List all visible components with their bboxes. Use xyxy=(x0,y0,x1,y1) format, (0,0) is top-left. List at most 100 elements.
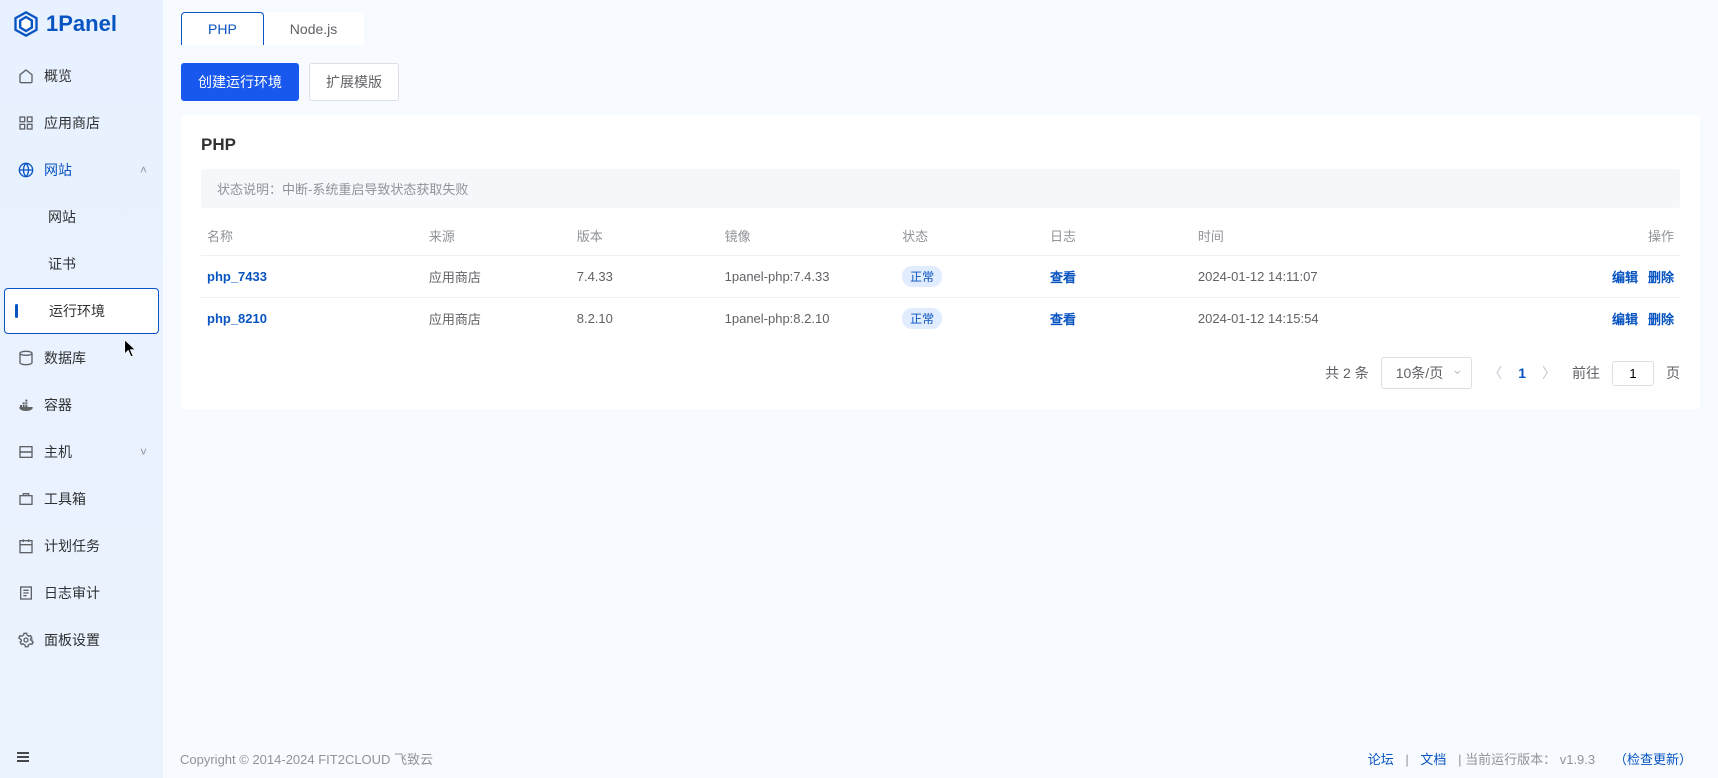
container-icon xyxy=(18,397,34,413)
toolbar: 创建运行环境 扩展模版 xyxy=(181,63,1700,101)
footer-forum-link[interactable]: 论坛 xyxy=(1368,752,1394,767)
col-name: 名称 xyxy=(201,216,423,256)
status-badge: 正常 xyxy=(902,266,942,287)
col-source: 来源 xyxy=(423,216,571,256)
col-time: 时间 xyxy=(1192,216,1458,256)
footer: Copyright © 2014-2024 FIT2CLOUD 飞致云 论坛 |… xyxy=(180,749,1700,768)
sidebar-item-label: 网站 xyxy=(44,160,72,180)
log-view-link[interactable]: 查看 xyxy=(1050,312,1076,327)
server-icon xyxy=(18,444,34,460)
tab-nodejs[interactable]: Node.js xyxy=(264,12,364,45)
sidebar-item-appstore[interactable]: 应用商店 xyxy=(4,100,159,146)
sidebar-nav: 概览 应用商店 网站 ˄ 网站 证书 运行环境 数据库 容器 主机 ˅ 工具 xyxy=(0,48,163,741)
tab-label: PHP xyxy=(208,21,237,37)
sidebar-collapse-toggle[interactable] xyxy=(0,741,163,778)
col-image: 镜像 xyxy=(719,216,896,256)
sidebar-item-container[interactable]: 容器 xyxy=(4,382,159,428)
sidebar-item-host[interactable]: 主机 ˅ xyxy=(4,429,159,475)
runtime-name-link[interactable]: php_8210 xyxy=(207,311,267,326)
footer-copyright: Copyright © 2014-2024 FIT2CLOUD 飞致云 xyxy=(180,749,433,768)
database-icon xyxy=(18,350,34,366)
footer-sep: | xyxy=(1458,752,1461,767)
cell-source: 应用商店 xyxy=(423,256,571,298)
sidebar-item-label: 工具箱 xyxy=(44,489,86,509)
sidebar-item-website[interactable]: 网站 ˄ xyxy=(4,147,159,193)
sidebar-item-label: 日志审计 xyxy=(44,583,100,603)
runtime-card: PHP 状态说明：中断-系统重启导致状态获取失败 名称 来源 版本 镜像 状态 … xyxy=(181,115,1700,409)
tab-label: Node.js xyxy=(290,21,337,37)
gear-icon xyxy=(18,632,34,648)
extension-template-button[interactable]: 扩展模版 xyxy=(309,63,399,101)
create-runtime-button[interactable]: 创建运行环境 xyxy=(181,63,299,101)
sidebar: 1Panel 概览 应用商店 网站 ˄ 网站 证书 运行环境 数据库 容器 主机 xyxy=(0,0,163,778)
edit-link[interactable]: 编辑 xyxy=(1612,312,1638,327)
footer-version-label: 当前运行版本： xyxy=(1465,752,1556,767)
runtime-name-link[interactable]: php_7433 xyxy=(207,269,267,284)
menu-icon xyxy=(14,749,32,765)
delete-link[interactable]: 删除 xyxy=(1648,312,1674,327)
footer-check-update[interactable]: （检查更新） xyxy=(1614,752,1692,767)
sidebar-item-settings[interactable]: 面板设置 xyxy=(4,617,159,663)
card-title: PHP xyxy=(201,135,1680,155)
pager-page-unit: 页 xyxy=(1666,363,1680,383)
col-log: 日志 xyxy=(1044,216,1192,256)
log-view-link[interactable]: 查看 xyxy=(1050,270,1076,285)
sidebar-item-overview[interactable]: 概览 xyxy=(4,53,159,99)
sidebar-item-label: 数据库 xyxy=(44,348,86,368)
pager-prev[interactable]: 〈 xyxy=(1484,363,1506,383)
pager-next[interactable]: 〉 xyxy=(1538,363,1560,383)
sidebar-sub-label: 网站 xyxy=(48,207,76,227)
cell-image: 1panel-php:7.4.33 xyxy=(719,256,896,298)
tab-php[interactable]: PHP xyxy=(181,12,264,45)
cell-image: 1panel-php:8.2.10 xyxy=(719,298,896,340)
table-row: php_7433 应用商店7.4.331panel-php:7.4.33 正常 查看 2… xyxy=(201,256,1680,298)
footer-docs-link[interactable]: 文档 xyxy=(1420,752,1446,767)
cell-version: 7.4.33 xyxy=(571,256,719,298)
cell-time: 2024-01-12 14:15:54 xyxy=(1192,298,1458,340)
brand-text: 1Panel xyxy=(46,11,117,37)
sidebar-item-label: 容器 xyxy=(44,395,72,415)
sidebar-item-label: 概览 xyxy=(44,66,72,86)
pager-goto-input[interactable] xyxy=(1612,361,1654,386)
sidebar-item-label: 主机 xyxy=(44,442,72,462)
globe-icon xyxy=(18,162,34,178)
sidebar-sub-runtime[interactable]: 运行环境 xyxy=(4,288,159,334)
sidebar-item-logs[interactable]: 日志审计 xyxy=(4,570,159,616)
chevron-down-icon: ˅ xyxy=(140,445,147,459)
sidebar-sub-label: 证书 xyxy=(48,254,76,274)
sidebar-sub-website[interactable]: 网站 xyxy=(4,194,159,240)
delete-link[interactable]: 删除 xyxy=(1648,270,1674,285)
sidebar-sub-label: 运行环境 xyxy=(49,301,105,321)
grid-icon xyxy=(18,115,34,131)
col-version: 版本 xyxy=(571,216,719,256)
col-status: 状态 xyxy=(896,216,1044,256)
sidebar-item-label: 面板设置 xyxy=(44,630,100,650)
footer-links: 论坛 | 文档 | 当前运行版本： v1.9.3 （检查更新） xyxy=(1360,749,1700,768)
col-ops: 操作 xyxy=(1458,216,1680,256)
calendar-icon xyxy=(18,538,34,554)
sidebar-item-cron[interactable]: 计划任务 xyxy=(4,523,159,569)
sidebar-item-toolbox[interactable]: 工具箱 xyxy=(4,476,159,522)
pager-total: 共 2 条 xyxy=(1325,363,1369,383)
main-content: PHP Node.js 创建运行环境 扩展模版 PHP 状态说明：中断-系统重启… xyxy=(163,0,1718,778)
sidebar-sub-cert[interactable]: 证书 xyxy=(4,241,159,287)
status-alert: 状态说明：中断-系统重启导致状态获取失败 xyxy=(201,169,1680,208)
status-badge: 正常 xyxy=(902,308,942,329)
chevron-up-icon: ˄ xyxy=(140,163,147,177)
footer-version: v1.9.3 xyxy=(1560,752,1595,767)
cell-version: 8.2.10 xyxy=(571,298,719,340)
sidebar-item-database[interactable]: 数据库 xyxy=(4,335,159,381)
brand-logo[interactable]: 1Panel xyxy=(0,0,163,48)
table-row: php_8210应用商店8.2.101panel-php:8.2.10正常查看2… xyxy=(201,298,1680,340)
cell-time: 2024-01-12 14:11:07 xyxy=(1192,256,1458,298)
edit-link[interactable]: 编辑 xyxy=(1612,270,1638,285)
footer-sep: | xyxy=(1405,752,1408,767)
pager-size-select[interactable]: 10条/页 xyxy=(1381,357,1472,389)
sidebar-item-label: 计划任务 xyxy=(44,536,100,556)
home-icon xyxy=(18,68,34,84)
pager-current[interactable]: 1 xyxy=(1518,365,1526,381)
pagination: 共 2 条 10条/页 〈 1 〉 前往 页 xyxy=(201,357,1680,389)
pager-goto-label: 前往 xyxy=(1572,363,1600,383)
sidebar-item-label: 应用商店 xyxy=(44,113,100,133)
pager-size-label: 10条/页 xyxy=(1396,365,1443,381)
